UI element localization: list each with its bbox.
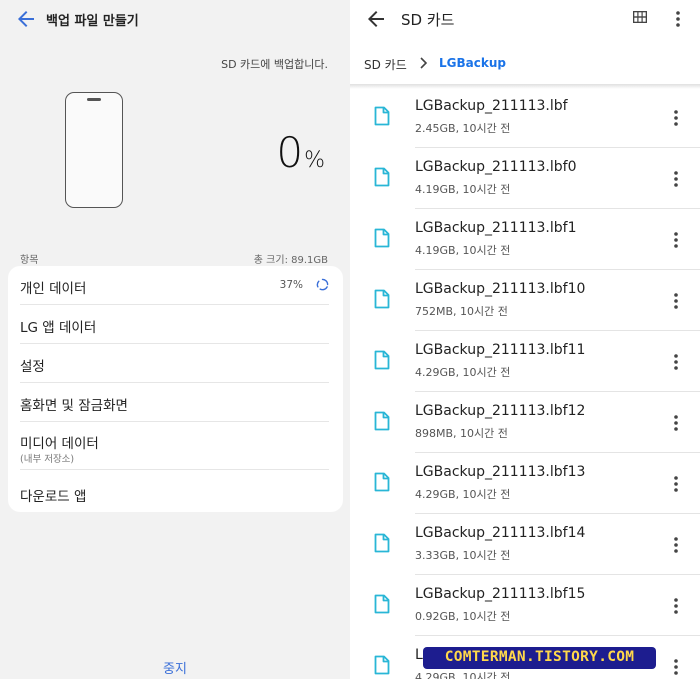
file-meta: 2.45GB, 10시간 전 bbox=[415, 122, 511, 135]
more-vert-icon[interactable] bbox=[668, 411, 684, 435]
file-row[interactable]: LGBackup_211113.lbf14 3.33GB, 10시간 전 bbox=[350, 514, 700, 575]
total-size: 총 크기: 89.1GB bbox=[253, 255, 328, 266]
item-label: 홈화면 및 잠금화면 bbox=[20, 398, 128, 414]
file-icon bbox=[374, 594, 390, 614]
file-row[interactable]: LGBackup_211113.lbf13 4.29GB, 10시간 전 bbox=[350, 453, 700, 514]
file-name: LGBackup_211113.lbf13 bbox=[415, 464, 586, 480]
watermark-text: COMTERMAN.TISTORY.COM bbox=[444, 649, 635, 665]
file-icon bbox=[374, 472, 390, 492]
more-vert-icon[interactable] bbox=[668, 106, 684, 130]
file-name: LGBackup_211113.lbf12 bbox=[415, 403, 586, 419]
more-vert-icon[interactable] bbox=[668, 472, 684, 496]
back-arrow-icon[interactable] bbox=[364, 7, 388, 31]
more-vert-icon[interactable] bbox=[668, 655, 684, 679]
file-icon bbox=[374, 411, 390, 431]
list-item-home-lock-screen[interactable]: 홈화면 및 잠금화면 bbox=[8, 383, 343, 422]
stop-button[interactable]: 중지 bbox=[0, 658, 350, 677]
file-meta: 4.19GB, 10시간 전 bbox=[415, 244, 511, 257]
breadcrumb-sd-card[interactable]: SD 카드 bbox=[364, 56, 407, 73]
grid-view-icon[interactable] bbox=[633, 11, 647, 23]
file-name: LGBackup_211113.lbf10 bbox=[415, 281, 586, 297]
progress-number: 0 bbox=[276, 128, 303, 177]
file-meta: 0.92GB, 10시간 전 bbox=[415, 610, 511, 623]
file-icon bbox=[374, 167, 390, 187]
file-meta: 752MB, 10시간 전 bbox=[415, 305, 508, 318]
item-label: 미디어 데이터 bbox=[20, 436, 99, 452]
item-percent: 37% bbox=[279, 279, 303, 291]
app-bar: SD 카드 bbox=[350, 0, 700, 38]
more-vert-icon[interactable] bbox=[668, 533, 684, 557]
file-meta: 4.29GB, 10시간 전 bbox=[415, 366, 511, 379]
more-vert-icon[interactable] bbox=[668, 167, 684, 191]
file-name: LGBackup_211113.lbf0 bbox=[415, 159, 577, 175]
file-row[interactable]: LGBackup_211113.lbf 2.45GB, 10시간 전 bbox=[350, 87, 700, 148]
backup-header: 백업 파일 만들기 bbox=[0, 0, 350, 38]
file-meta: 898MB, 10시간 전 bbox=[415, 427, 508, 440]
backup-panel: 백업 파일 만들기 SD 카드에 백업합니다. 0 % 항목 총 크기: 89.… bbox=[0, 0, 350, 679]
file-icon bbox=[374, 655, 390, 675]
item-label: 다운로드 앱 bbox=[20, 489, 87, 505]
file-name: LGBackup_211113.lbf1 bbox=[415, 220, 577, 236]
file-icon bbox=[374, 228, 390, 248]
spinner-icon bbox=[316, 278, 329, 291]
file-meta: 3.33GB, 10시간 전 bbox=[415, 549, 511, 562]
sd-card-note: SD 카드에 백업합니다. bbox=[221, 58, 328, 71]
file-icon bbox=[374, 533, 390, 553]
file-browser-panel: SD 카드 SD 카드 LGBackup LGBackup_211113.lbf… bbox=[350, 0, 700, 679]
file-name: LGBackup_211113.lbf15 bbox=[415, 586, 586, 602]
watermark: COMTERMAN.TISTORY.COM bbox=[423, 647, 656, 669]
progress-unit: % bbox=[304, 148, 325, 173]
more-vert-icon[interactable] bbox=[668, 350, 684, 374]
chevron-right-icon bbox=[420, 57, 428, 69]
phone-icon bbox=[65, 92, 123, 208]
list-item-settings[interactable]: 설정 bbox=[8, 344, 343, 383]
list-item-downloaded-apps[interactable]: 다운로드 앱 bbox=[8, 474, 343, 513]
item-label: LG 앱 데이터 bbox=[20, 320, 97, 336]
more-vert-icon[interactable] bbox=[668, 289, 684, 313]
file-icon bbox=[374, 289, 390, 309]
list-item-personal-data[interactable]: 개인 데이터 37% bbox=[8, 266, 343, 305]
list-item-media-data[interactable]: 미디어 데이터 (내부 저장소) bbox=[8, 422, 343, 470]
file-name: L bbox=[415, 647, 423, 663]
file-icon bbox=[374, 106, 390, 126]
progress-percentage: 0 % bbox=[276, 128, 325, 177]
item-label: 설정 bbox=[20, 359, 45, 375]
file-row[interactable]: LGBackup_211113.lbf1 4.19GB, 10시간 전 bbox=[350, 209, 700, 270]
file-row[interactable]: LGBackup_211113.lbf15 0.92GB, 10시간 전 bbox=[350, 575, 700, 636]
breadcrumb-lgbackup[interactable]: LGBackup bbox=[439, 56, 506, 70]
more-vert-icon[interactable] bbox=[668, 594, 684, 618]
file-row[interactable]: LGBackup_211113.lbf12 898MB, 10시간 전 bbox=[350, 392, 700, 453]
item-sublabel: (내부 저장소) bbox=[20, 454, 75, 465]
file-row[interactable]: LGBackup_211113.lbf10 752MB, 10시간 전 bbox=[350, 270, 700, 331]
backup-items-list: 개인 데이터 37% LG 앱 데이터 설정 홈화면 및 잠금화면 미디어 데이… bbox=[8, 266, 343, 512]
page-title: SD 카드 bbox=[401, 11, 455, 29]
breadcrumb: SD 카드 LGBackup bbox=[350, 42, 700, 84]
list-item-lg-app-data[interactable]: LG 앱 데이터 bbox=[8, 305, 343, 344]
page-title: 백업 파일 만들기 bbox=[46, 14, 139, 29]
file-meta: 4.29GB, 10시간 전 bbox=[415, 488, 511, 501]
more-vert-icon[interactable] bbox=[668, 228, 684, 252]
file-meta: 4.19GB, 10시간 전 bbox=[415, 183, 511, 196]
back-arrow-icon[interactable] bbox=[14, 7, 38, 31]
file-name: LGBackup_211113.lbf14 bbox=[415, 525, 586, 541]
item-label: 개인 데이터 bbox=[20, 281, 87, 297]
file-meta: 4.29GB, 10시간 전 bbox=[415, 671, 511, 679]
file-row[interactable]: LGBackup_211113.lbf0 4.19GB, 10시간 전 bbox=[350, 148, 700, 209]
section-label: 항목 bbox=[20, 255, 39, 266]
file-name: LGBackup_211113.lbf bbox=[415, 98, 568, 114]
file-icon bbox=[374, 350, 390, 370]
more-vert-icon[interactable] bbox=[666, 7, 690, 31]
file-name: LGBackup_211113.lbf11 bbox=[415, 342, 586, 358]
file-row[interactable]: LGBackup_211113.lbf11 4.29GB, 10시간 전 bbox=[350, 331, 700, 392]
